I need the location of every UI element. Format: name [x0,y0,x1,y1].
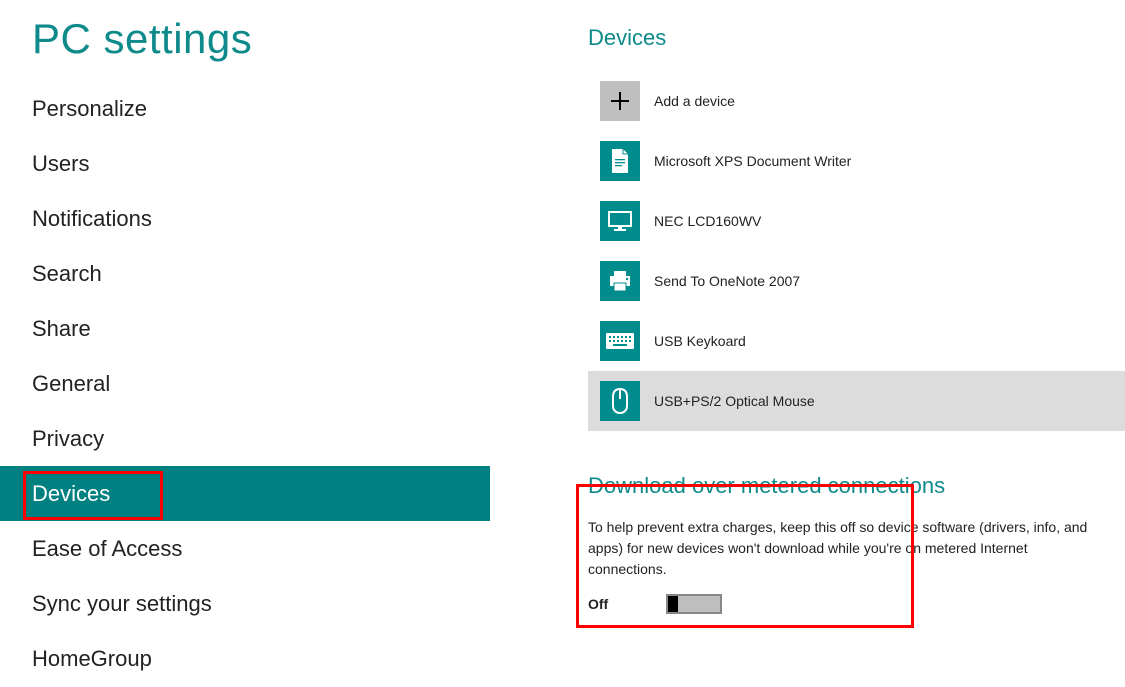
document-icon [600,141,640,181]
sidebar-item-label: Personalize [32,96,147,122]
device-label: Microsoft XPS Document Writer [654,153,851,169]
sidebar-item-privacy[interactable]: Privacy [0,411,490,466]
device-row[interactable]: USB Keykoard [588,311,1125,371]
device-label: NEC LCD160WV [654,213,761,229]
sidebar-item-devices[interactable]: Devices [0,466,490,521]
sidebar-item-notifications[interactable]: Notifications [0,191,490,246]
sidebar-item-share[interactable]: Share [0,301,490,356]
page-title: PC settings [0,0,490,81]
mouse-icon [600,381,640,421]
sidebar-item-label: Privacy [32,426,104,452]
sidebar-item-label: HomeGroup [32,646,152,672]
metered-section: Download over metered connections To hel… [588,473,1125,614]
toggle-label: Off [588,596,608,612]
device-label: USB Keykoard [654,333,746,349]
sidebar-item-ease-of-access[interactable]: Ease of Access [0,521,490,576]
printer-icon [600,261,640,301]
monitor-icon [600,201,640,241]
sidebar-item-label: Share [32,316,91,342]
device-label: Send To OneNote 2007 [654,273,800,289]
toggle-knob [668,596,678,612]
sidebar-item-users[interactable]: Users [0,136,490,191]
sidebar-item-personalize[interactable]: Personalize [0,81,490,136]
metered-description: To help prevent extra charges, keep this… [588,517,1105,580]
devices-section-title: Devices [588,25,1125,51]
sidebar-item-label: Notifications [32,206,152,232]
sidebar-item-sync-your-settings[interactable]: Sync your settings [0,576,490,631]
sidebar-item-label: Devices [32,481,110,507]
device-label: Add a device [654,93,735,109]
sidebar-item-label: Sync your settings [32,591,212,617]
device-list: Add a device Microsoft XPS Document Writ… [588,71,1125,431]
sidebar-item-homegroup[interactable]: HomeGroup [0,631,490,686]
sidebar-item-search[interactable]: Search [0,246,490,301]
device-label: USB+PS/2 Optical Mouse [654,393,815,409]
sidebar-item-label: Users [32,151,89,177]
metered-toggle[interactable] [666,594,722,614]
device-row-add[interactable]: Add a device [588,71,1125,131]
main-content: Devices Add a device Microsoft XPS Docum… [490,0,1125,687]
sidebar-item-general[interactable]: General [0,356,490,411]
metered-title: Download over metered connections [588,473,1105,499]
toggle-row: Off [588,594,1105,614]
sidebar-item-label: Ease of Access [32,536,182,562]
sidebar-item-label: General [32,371,110,397]
device-row[interactable]: Send To OneNote 2007 [588,251,1125,311]
keyboard-icon [600,321,640,361]
sidebar-item-label: Search [32,261,102,287]
device-row-selected[interactable]: USB+PS/2 Optical Mouse [588,371,1125,431]
plus-icon [600,81,640,121]
sidebar: PC settings Personalize Users Notificati… [0,0,490,687]
device-row[interactable]: Microsoft XPS Document Writer [588,131,1125,191]
device-row[interactable]: NEC LCD160WV [588,191,1125,251]
